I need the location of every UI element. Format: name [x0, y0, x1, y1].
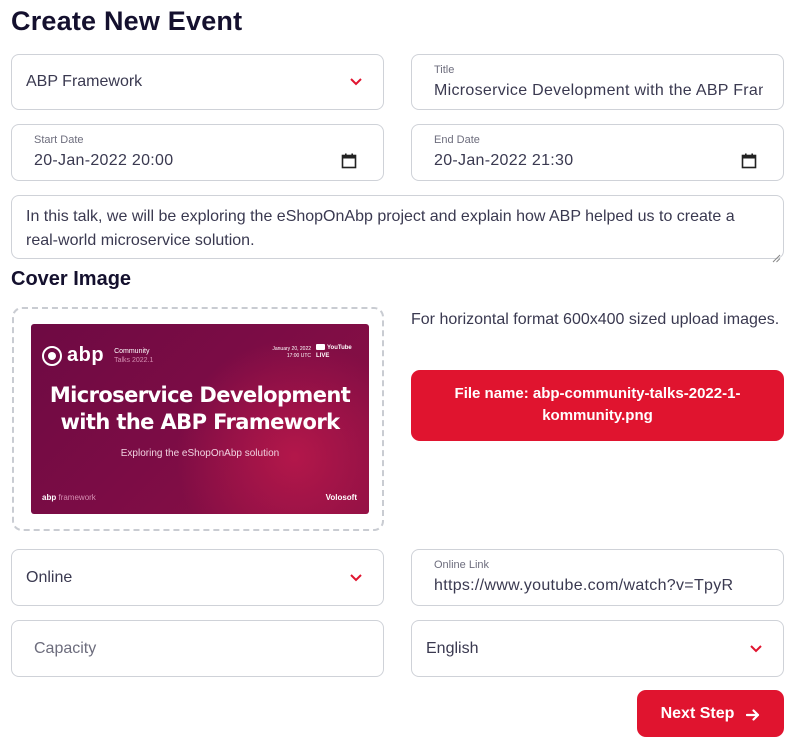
- description-textarea[interactable]: In this talk, we will be exploring the e…: [11, 195, 784, 263]
- cover-footer-brand: abp: [42, 493, 57, 502]
- next-step-label: Next Step: [660, 704, 735, 722]
- calendar-icon[interactable]: [341, 153, 357, 169]
- chevron-down-icon: [349, 573, 363, 583]
- cover-image-hint: For horizontal format 600x400 sized uplo…: [411, 311, 780, 328]
- location-type-select[interactable]: Online: [11, 549, 384, 606]
- description-text: In this talk, we will be exploring the e…: [26, 208, 735, 249]
- start-date-value: 20-Jan-2022 20:00: [34, 152, 174, 169]
- capacity-input[interactable]: Capacity: [11, 620, 384, 677]
- cover-image-dropzone[interactable]: abp Community Talks 2022.1 January 20, 2…: [12, 307, 384, 531]
- cover-date-line2: 17:00 UTC: [286, 353, 311, 359]
- cover-platform-line2: LIVE: [316, 353, 330, 359]
- resize-grip-icon[interactable]: [772, 247, 781, 263]
- arrow-right-icon: [746, 708, 760, 721]
- location-type-value: Online: [26, 568, 73, 586]
- cover-footer-left: abp framework: [42, 493, 96, 502]
- end-date-label: End Date: [434, 134, 480, 146]
- cover-platform-line1: YouTube: [327, 345, 352, 351]
- language-select[interactable]: English: [411, 620, 784, 677]
- cover-series: Community Talks 2022.1: [114, 347, 153, 365]
- online-link-field[interactable]: Online Link https://www.youtube.com/watc…: [411, 549, 784, 606]
- cover-date-line1: January 20, 2022: [272, 346, 311, 352]
- start-date-field[interactable]: Start Date 20-Jan-2022 20:00: [11, 124, 384, 181]
- cover-series-line1: Community: [114, 347, 150, 355]
- capacity-placeholder: Capacity: [34, 639, 97, 657]
- chevron-down-icon: [749, 644, 763, 654]
- online-link-value: https://www.youtube.com/watch?v=TpyR: [434, 577, 734, 594]
- cover-brand: abp: [67, 344, 105, 366]
- cover-headline: Microservice Development with the ABP Fr…: [49, 383, 351, 434]
- start-date-label: Start Date: [34, 134, 84, 146]
- cover-footer-right: Volosoft: [325, 493, 357, 502]
- file-name-button[interactable]: File name: abp-community-talks-2022-1-ko…: [411, 370, 784, 441]
- end-date-value: 20-Jan-2022 21:30: [434, 152, 574, 169]
- title-field-label: Title: [434, 64, 455, 76]
- cover-image-preview: abp Community Talks 2022.1 January 20, 2…: [31, 324, 369, 514]
- abp-logo-icon: [42, 345, 62, 366]
- title-field[interactable]: Title Microservice Development with the …: [411, 54, 784, 110]
- calendar-icon[interactable]: [741, 153, 757, 169]
- page-title: Create New Event: [11, 6, 243, 36]
- next-step-button[interactable]: Next Step: [637, 690, 784, 737]
- end-date-field[interactable]: End Date 20-Jan-2022 21:30: [411, 124, 784, 181]
- cover-platform: YouTube LIVE: [316, 344, 352, 360]
- abp-logo: abp Community Talks 2022.1: [42, 344, 153, 367]
- cover-series-line2: Talks 2022.1: [114, 356, 154, 364]
- youtube-icon: [316, 344, 325, 351]
- chevron-down-icon: [349, 77, 363, 87]
- organizer-select[interactable]: ABP Framework: [11, 54, 384, 110]
- cover-footer-suffix: framework: [58, 493, 96, 502]
- cover-date: January 20, 2022 17:00 UTC: [271, 346, 311, 360]
- organizer-select-value: ABP Framework: [26, 73, 143, 90]
- language-select-value: English: [426, 639, 479, 657]
- online-link-label: Online Link: [434, 559, 490, 571]
- cover-image-heading: Cover Image: [11, 268, 132, 290]
- title-field-value: Microservice Development with the ABP Fr…: [434, 82, 763, 99]
- cover-subtitle: Exploring the eShopOnAbp solution: [120, 448, 280, 459]
